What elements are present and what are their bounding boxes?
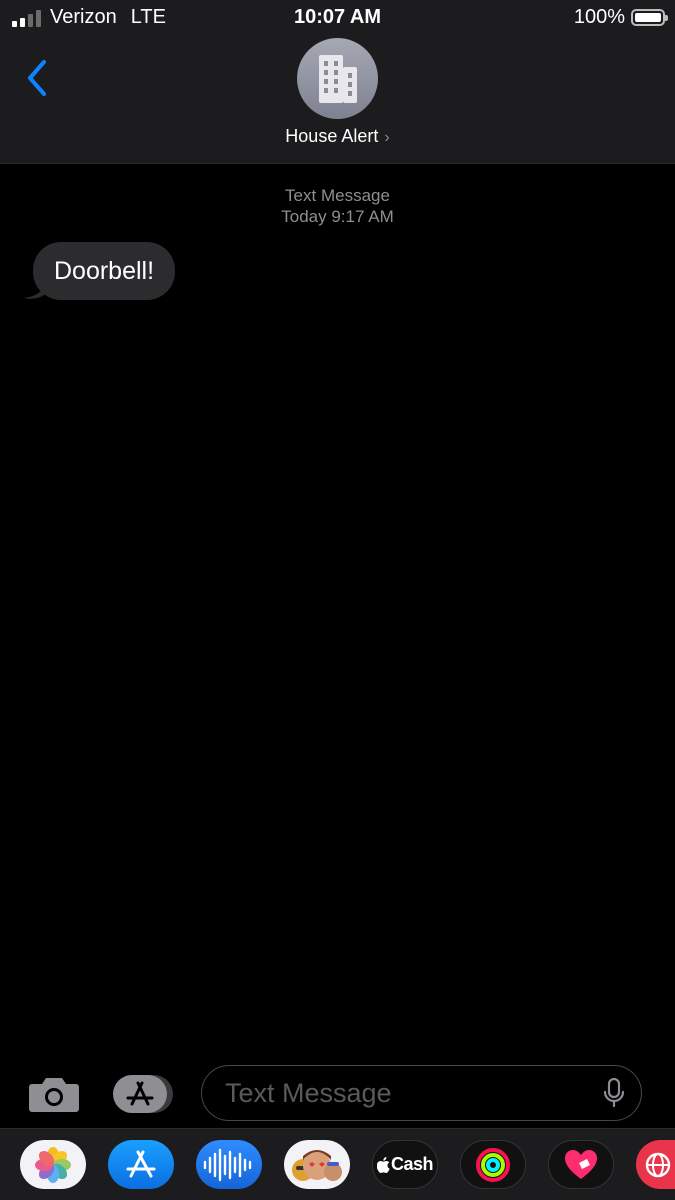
activity-rings-icon [476,1147,510,1182]
activity-app-button[interactable] [460,1140,526,1189]
images-app-button[interactable] [636,1140,675,1189]
digital-touch-app-button[interactable] [548,1140,614,1189]
contact-name-button[interactable]: House Alert › [0,126,675,147]
message-row: Doorbell! [24,242,176,300]
chevron-right-icon: › [384,129,390,146]
audio-waveform-icon [203,1148,252,1181]
heart-touch-icon [565,1149,597,1179]
photos-app-button[interactable] [20,1140,86,1189]
status-right: 100% [573,6,668,29]
building-icon [318,54,357,103]
battery-icon [631,9,668,26]
message-input[interactable] [223,1076,587,1110]
apple-cash-app-button[interactable]: Cash [372,1140,438,1189]
battery-percent: 100% [573,6,625,28]
back-button[interactable] [22,56,56,100]
photos-icon [35,1146,71,1183]
camera-icon [29,1078,79,1112]
imessage-app-drawer: Cash [0,1128,675,1200]
contact-name: House Alert [285,126,379,146]
globe-search-icon [645,1152,671,1177]
conversation-header: House Alert › [0,34,675,164]
chevron-left-icon [28,60,46,96]
apple-cash-label: Cash [390,1154,434,1174]
memoji-app-button[interactable] [284,1140,350,1189]
message-meta: Text Message Today 9:17 AM [0,185,675,227]
memoji-icon [292,1149,342,1181]
app-store-button[interactable] [113,1074,173,1114]
audio-message-app-button[interactable] [196,1140,262,1189]
apple-logo-icon [376,1156,390,1173]
service-label: Text Message [285,186,390,205]
status-bar: Verizon LTE 10:07 AM 100% [0,0,675,34]
microphone-icon[interactable] [603,1078,625,1108]
apple-cash-icon: Cash [376,1154,434,1175]
camera-button[interactable] [28,1074,80,1114]
message-timestamp: Today 9:17 AM [281,207,394,226]
app-store-icon [113,1075,173,1113]
messages-screen: Verizon LTE 10:07 AM 100% House Alert › … [0,0,675,1200]
app-store-app-button[interactable] [108,1140,174,1189]
compose-bar [0,1062,675,1126]
app-store-icon [126,1150,156,1177]
incoming-message-bubble[interactable]: Doorbell! [33,242,176,300]
message-input-field[interactable] [201,1065,642,1121]
contact-avatar[interactable] [297,38,378,119]
